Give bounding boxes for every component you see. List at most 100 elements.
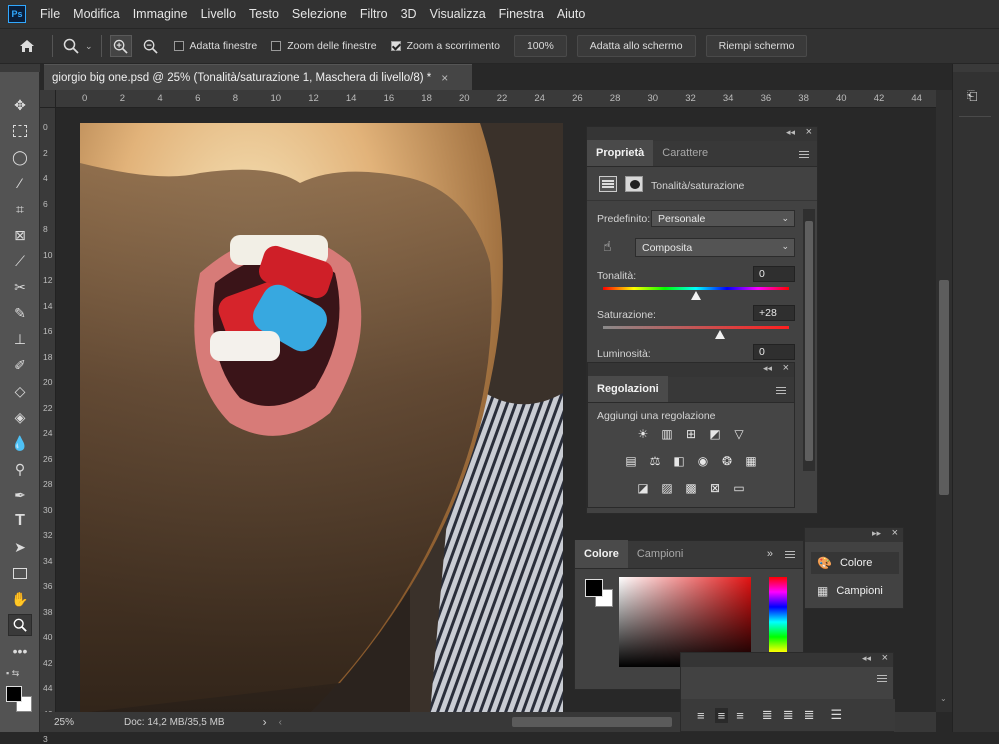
zoom-in-icon[interactable] bbox=[109, 35, 132, 57]
lightness-input[interactable]: 0 bbox=[753, 344, 795, 360]
eyedropper-tool-icon[interactable]: ⟋ bbox=[8, 250, 32, 272]
mini-item-swatches[interactable]: ▦ Campioni bbox=[811, 580, 899, 602]
eraser-tool-icon[interactable]: ◇ bbox=[8, 380, 32, 402]
gradient-map-icon[interactable]: ▭ bbox=[730, 480, 748, 496]
menu-file[interactable]: File bbox=[40, 7, 60, 21]
tab-color[interactable]: Colore bbox=[575, 540, 628, 568]
curves-icon[interactable]: ⊞ bbox=[682, 426, 700, 442]
align-center-icon[interactable]: ≡ bbox=[714, 707, 729, 723]
color-lookup-icon[interactable]: ▦ bbox=[742, 453, 760, 469]
marquee-tool-icon[interactable] bbox=[8, 120, 32, 142]
channel-dropdown[interactable]: Composita ⌄ bbox=[635, 238, 795, 257]
collapse-panel-icon[interactable]: ◂◂ bbox=[786, 127, 795, 138]
scrollbar-thumb[interactable] bbox=[939, 280, 949, 495]
home-icon[interactable] bbox=[18, 37, 36, 55]
tab-adjustments[interactable]: Regolazioni bbox=[588, 376, 668, 402]
status-scroll-left-icon[interactable]: ‹ bbox=[279, 717, 282, 728]
crop-tool-icon[interactable]: ⌗ bbox=[8, 198, 32, 220]
zoom-tool-preset-icon[interactable]: ⌄ bbox=[63, 38, 93, 54]
stamp-tool-icon[interactable]: ⊥ bbox=[8, 328, 32, 350]
move-tool-icon[interactable]: ✥ bbox=[8, 94, 32, 116]
vibrance-icon[interactable]: ▽ bbox=[730, 426, 748, 442]
menu-finestra[interactable]: Finestra bbox=[499, 7, 544, 21]
fit-screen-button[interactable]: Adatta allo schermo bbox=[576, 35, 696, 57]
collapse-panel-icon[interactable]: ◂◂ bbox=[763, 363, 772, 374]
threshold-icon[interactable]: ▩ bbox=[682, 480, 700, 496]
rectangle-tool-icon[interactable] bbox=[8, 562, 32, 584]
collapse-panel-icon[interactable]: » bbox=[767, 548, 773, 560]
menu-aiuto[interactable]: Aiuto bbox=[557, 7, 586, 21]
scrollbar-thumb[interactable] bbox=[805, 221, 813, 461]
swap-colors-icon[interactable]: ▪ ⇆ bbox=[6, 668, 19, 679]
selective-color-icon[interactable]: ⊠ bbox=[706, 480, 724, 496]
justify-left-icon[interactable]: ≣ bbox=[762, 707, 773, 723]
targeted-adjustment-hand-icon[interactable]: ☝ bbox=[603, 238, 612, 255]
hand-tool-icon[interactable]: ✋ bbox=[8, 588, 32, 610]
document-tab[interactable]: giorgio big one.psd @ 25% (Tonalità/satu… bbox=[44, 64, 472, 90]
lasso-tool-icon[interactable]: ◯ bbox=[8, 146, 32, 168]
align-right-icon[interactable]: ≡ bbox=[736, 708, 744, 723]
menu-testo[interactable]: Testo bbox=[249, 7, 279, 21]
hue-saturation-icon[interactable]: ▤ bbox=[622, 453, 640, 469]
menu-immagine[interactable]: Immagine bbox=[133, 7, 188, 21]
posterize-icon[interactable]: ▨ bbox=[658, 480, 676, 496]
layer-mask-icon[interactable] bbox=[625, 176, 643, 192]
checkbox-box[interactable] bbox=[271, 41, 282, 51]
scroll-down-icon[interactable]: ⌄ bbox=[940, 694, 947, 703]
close-panel-icon[interactable]: × bbox=[882, 652, 888, 664]
menu-visualizza[interactable]: Visualizza bbox=[430, 7, 486, 21]
justify-center-icon[interactable]: ≣ bbox=[783, 707, 794, 723]
saturation-slider-track[interactable] bbox=[603, 326, 789, 329]
mini-item-color[interactable]: 🎨 Colore bbox=[811, 552, 899, 574]
pen-tool-icon[interactable]: ✒ bbox=[8, 484, 32, 506]
exposure-icon[interactable]: ◩ bbox=[706, 426, 724, 442]
photo-filter-icon[interactable]: ◉ bbox=[694, 453, 712, 469]
fill-screen-button[interactable]: Riempi schermo bbox=[705, 35, 808, 57]
frame-tool-icon[interactable]: ⊠ bbox=[8, 224, 32, 246]
hue-slider-handle[interactable] bbox=[691, 291, 701, 300]
type-tool-icon[interactable]: T bbox=[8, 510, 32, 532]
collapse-panel-icon[interactable]: ◂◂ bbox=[862, 653, 871, 664]
tab-character[interactable]: Carattere bbox=[653, 140, 717, 166]
dodge-tool-icon[interactable]: ⚲ bbox=[8, 458, 32, 480]
panel-menu-icon[interactable] bbox=[785, 551, 795, 558]
ruler-origin[interactable] bbox=[40, 90, 56, 108]
justify-all-icon[interactable]: ☰ bbox=[831, 707, 843, 723]
zoom-out-icon[interactable] bbox=[140, 35, 162, 57]
hue-slider-track[interactable] bbox=[603, 287, 789, 290]
tab-swatches[interactable]: Campioni bbox=[628, 540, 692, 568]
foreground-color-swatch[interactable] bbox=[6, 686, 22, 702]
hue-input[interactable]: 0 bbox=[753, 266, 795, 282]
magic-wand-tool-icon[interactable]: ⁄ bbox=[8, 172, 32, 194]
adjustment-type-icon[interactable] bbox=[599, 176, 617, 192]
menu-livello[interactable]: Livello bbox=[201, 7, 236, 21]
panel-menu-icon[interactable] bbox=[776, 387, 786, 394]
levels-icon[interactable]: ▥ bbox=[658, 426, 676, 442]
invert-icon[interactable]: ◪ bbox=[634, 480, 652, 496]
panel-menu-icon[interactable] bbox=[877, 675, 887, 682]
menu-3d[interactable]: 3D bbox=[401, 7, 417, 21]
menu-modifica[interactable]: Modifica bbox=[73, 7, 120, 21]
status-menu-arrow-icon[interactable]: › bbox=[263, 715, 267, 729]
menu-selezione[interactable]: Selezione bbox=[292, 7, 347, 21]
brush-tool-icon[interactable]: ✎ bbox=[8, 302, 32, 324]
more-tools-icon[interactable]: ••• bbox=[8, 640, 32, 662]
panel-menu-icon[interactable] bbox=[799, 151, 809, 158]
saturation-slider-handle[interactable] bbox=[715, 330, 725, 339]
path-selection-tool-icon[interactable]: ➤ bbox=[8, 536, 32, 558]
close-tab-icon[interactable]: × bbox=[441, 71, 448, 85]
properties-scrollbar[interactable] bbox=[803, 209, 815, 471]
brightness-contrast-icon[interactable]: ☀ bbox=[634, 426, 652, 442]
tab-properties[interactable]: Proprietà bbox=[587, 140, 654, 166]
history-brush-tool-icon[interactable]: ✐ bbox=[8, 354, 32, 376]
checkbox-box[interactable] bbox=[173, 41, 184, 51]
status-zoom[interactable]: 25% bbox=[54, 717, 124, 728]
scrubby-zoom-checkbox[interactable]: Zoom a scorrimento bbox=[390, 40, 500, 52]
healing-brush-tool-icon[interactable]: ✂ bbox=[8, 276, 32, 298]
blur-tool-icon[interactable]: 💧 bbox=[8, 432, 32, 454]
history-panel-icon[interactable]: ⎗ bbox=[967, 88, 983, 106]
foreground-color-swatch[interactable] bbox=[585, 579, 603, 597]
canvas-vertical-scrollbar[interactable]: ⌄ bbox=[936, 90, 952, 712]
paint-bucket-tool-icon[interactable]: ◈ bbox=[8, 406, 32, 428]
zoom-tool-icon[interactable] bbox=[8, 614, 32, 636]
